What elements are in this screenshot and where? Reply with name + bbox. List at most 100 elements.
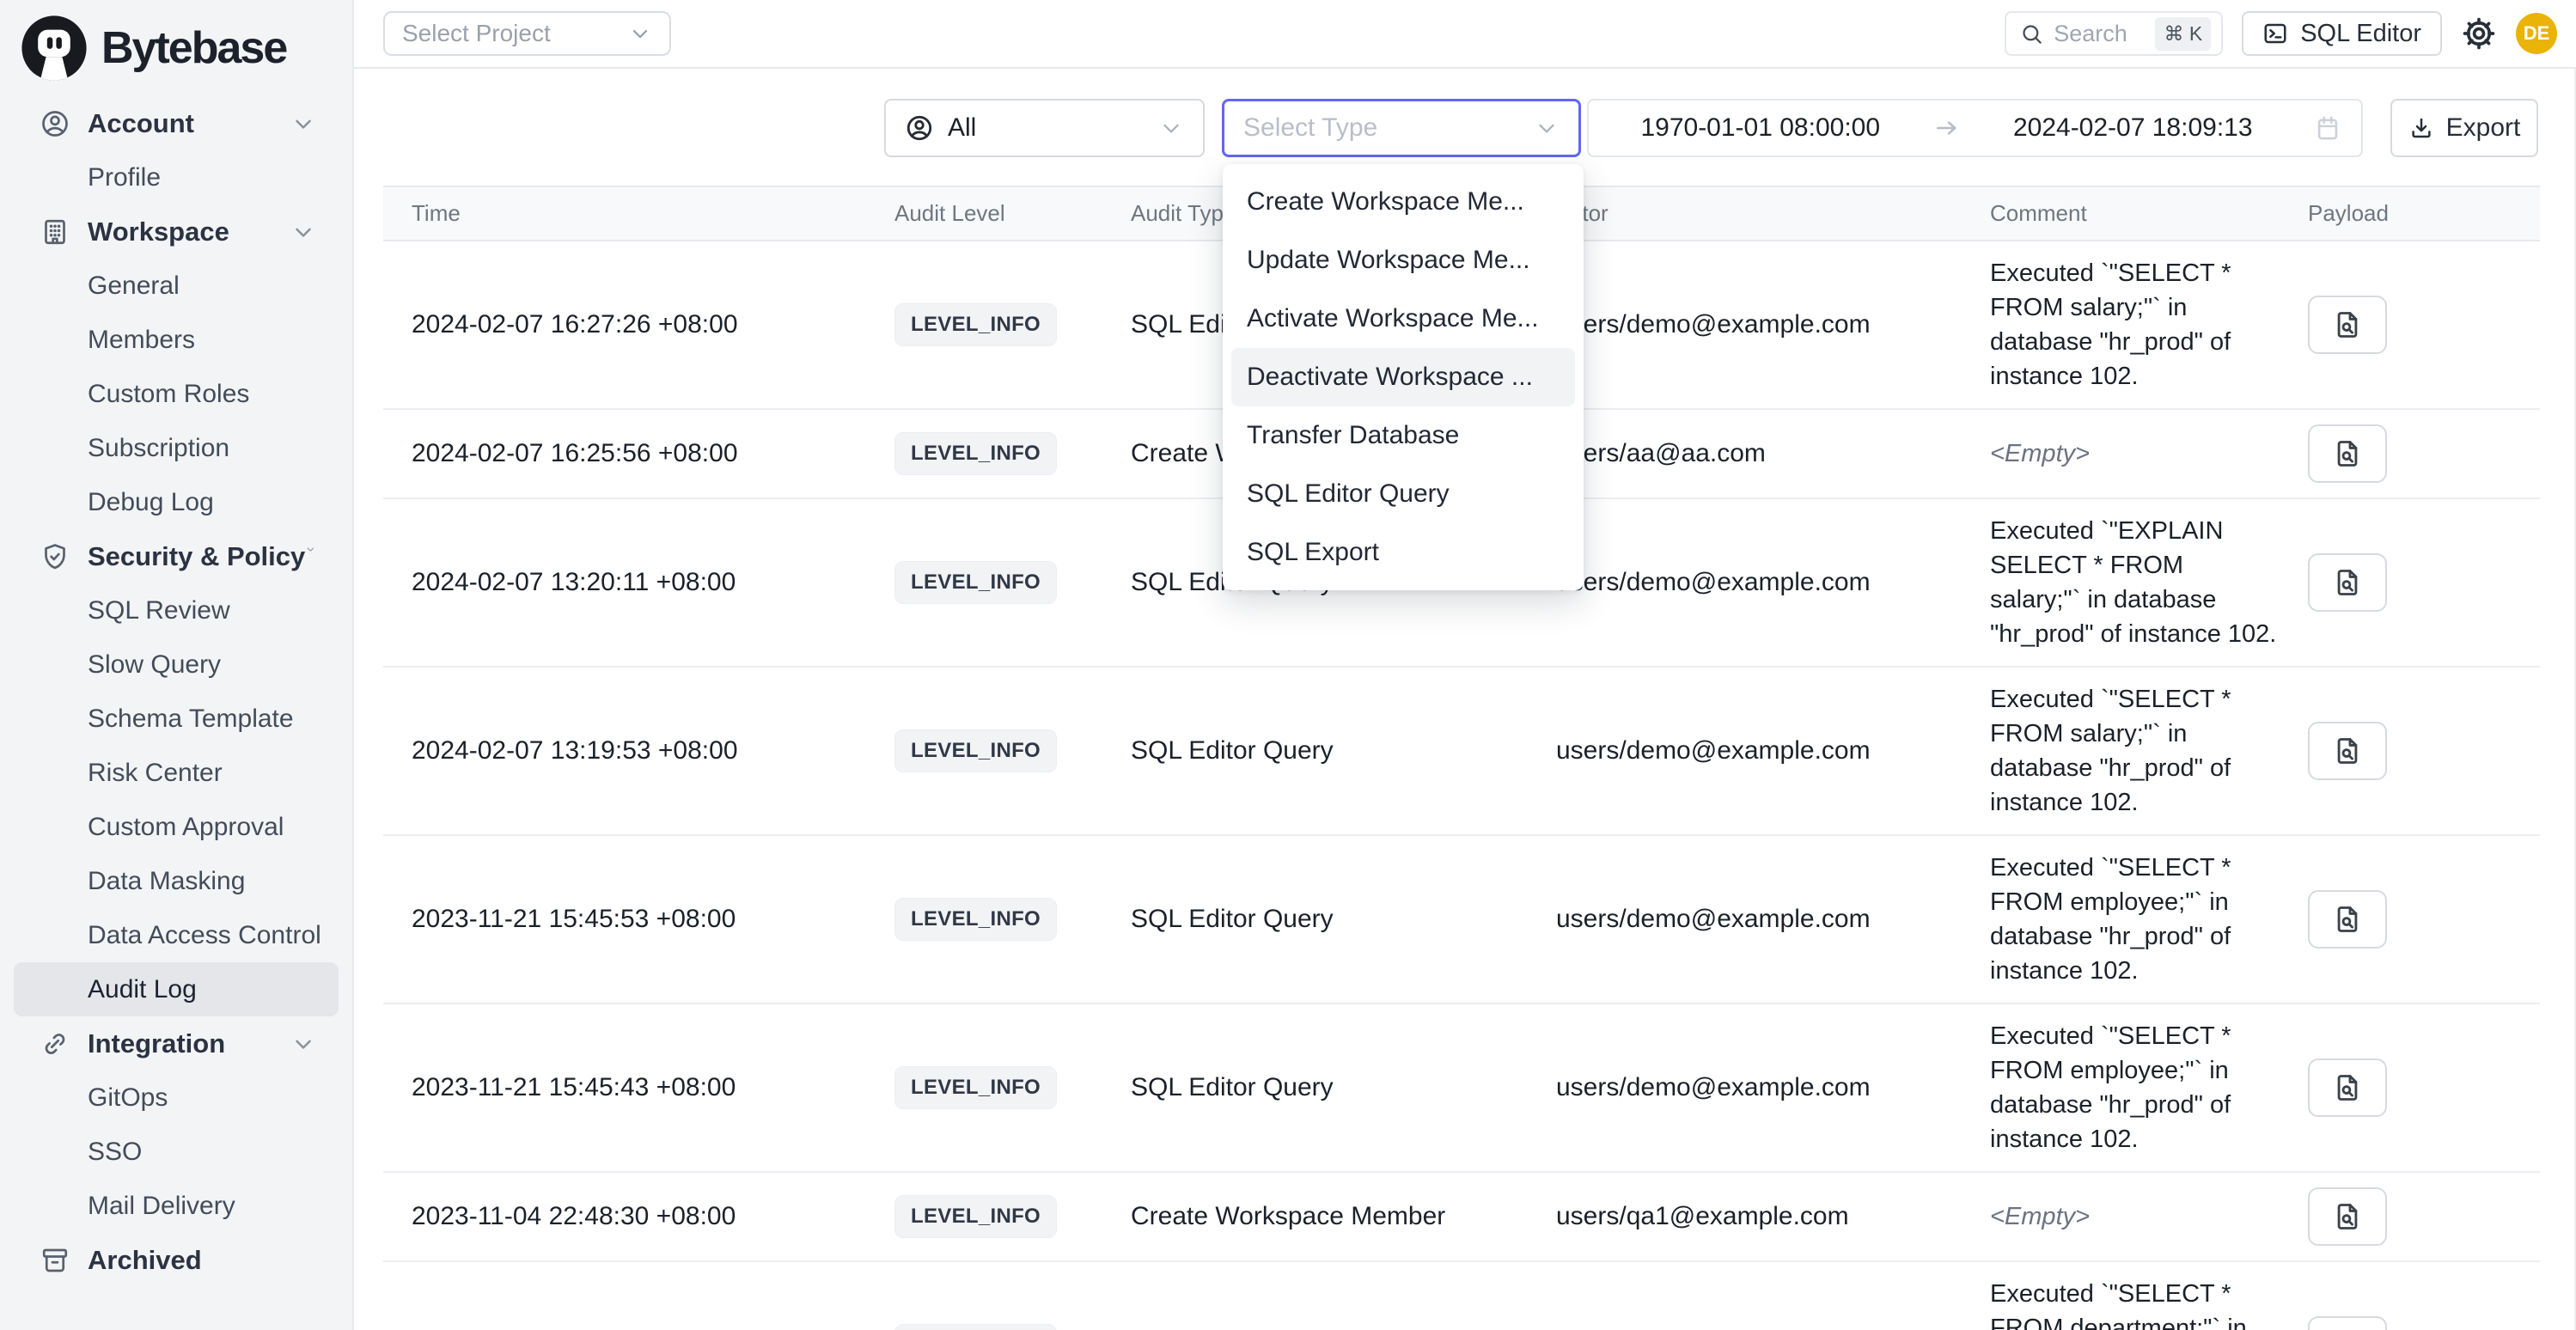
- cell-comment: Executed `"EXPLAIN SELECT * FROM salary;…: [1990, 514, 2308, 651]
- level-badge: LEVEL_INFO: [894, 303, 1057, 346]
- view-payload-button[interactable]: [2308, 722, 2387, 780]
- sidebar-item-label: Profile: [88, 163, 161, 192]
- chevron-down-icon: [290, 219, 316, 245]
- file-search-icon: [2332, 567, 2363, 598]
- sidebar-item[interactable]: Schema Template: [14, 692, 339, 746]
- cell-actor: users/qa1@example.com: [1556, 1202, 1990, 1231]
- column-header-actor: Actor: [1556, 200, 1990, 227]
- sidebar-item-label: Security & Policy: [88, 541, 305, 572]
- sql-editor-label: SQL Editor: [2300, 20, 2421, 48]
- avatar[interactable]: DE: [2516, 13, 2557, 54]
- sidebar-item[interactable]: General: [14, 259, 339, 313]
- sidebar-item-label: Custom Approval: [88, 813, 284, 842]
- sidebar-item-label: SSO: [88, 1138, 142, 1167]
- sidebar-item[interactable]: Slow Query: [14, 638, 339, 692]
- column-header-payload: Payload: [2308, 200, 2540, 227]
- sidebar-item[interactable]: Data Masking: [14, 854, 339, 908]
- sidebar-item-label: Members: [88, 326, 195, 355]
- sidebar-item-label: Archived: [88, 1245, 202, 1276]
- audit-type-menu-item[interactable]: SQL Editor Query: [1223, 465, 1584, 523]
- sidebar-item-label: Debug Log: [88, 488, 214, 517]
- view-payload-button[interactable]: [2308, 1316, 2387, 1330]
- sidebar-item[interactable]: Custom Approval: [14, 800, 339, 854]
- table-row: 2024-02-07 13:19:53 +08:00 LEVEL_INFO SQ…: [383, 668, 2540, 836]
- view-payload-button[interactable]: [2308, 296, 2387, 354]
- audit-type-menu-item[interactable]: SQL Export: [1223, 523, 1584, 582]
- chevron-down-icon: [1534, 115, 1560, 141]
- column-header-time: Time: [383, 200, 894, 227]
- actor-filter-dropdown[interactable]: All: [884, 99, 1205, 157]
- sidebar-item[interactable]: Audit Log: [14, 962, 339, 1016]
- level-badge: LEVEL_INFO: [894, 1324, 1057, 1330]
- view-payload-button[interactable]: [2308, 1059, 2387, 1117]
- sidebar-item[interactable]: Mail Delivery: [14, 1179, 339, 1233]
- audit-log-page: All Select Type 1970-01-01 08:00:00 2024…: [354, 69, 2576, 1330]
- sidebar-item-label: Slow Query: [88, 650, 221, 680]
- cell-time: 2024-02-07 16:25:56 +08:00: [383, 439, 894, 468]
- sidebar-item[interactable]: Risk Center: [14, 746, 339, 800]
- brand-name: Bytebase: [101, 22, 286, 74]
- sidebar-item[interactable]: Data Access Control: [14, 908, 339, 962]
- view-payload-button[interactable]: [2308, 890, 2387, 949]
- sidebar-item-label: Workspace: [88, 217, 229, 247]
- chevron-down-icon: [305, 544, 316, 570]
- sidebar-item[interactable]: Workspace: [14, 204, 339, 259]
- cell-level: LEVEL_INFO: [894, 561, 1131, 604]
- view-payload-button[interactable]: [2308, 553, 2387, 612]
- level-badge: LEVEL_INFO: [894, 1066, 1057, 1109]
- audit-type-menu-item[interactable]: Update Workspace Me...: [1223, 231, 1584, 290]
- cell-comment: Executed `"SELECT * FROM employee;"` in …: [1990, 1019, 2308, 1156]
- cell-level: LEVEL_INFO: [894, 729, 1131, 772]
- select-project-dropdown[interactable]: Select Project: [383, 11, 671, 56]
- sidebar-item[interactable]: Archived: [14, 1233, 339, 1287]
- date-to-value: 2024-02-07 18:09:13: [1962, 113, 2305, 143]
- audit-type-menu-item[interactable]: Create Workspace Me...: [1223, 173, 1584, 231]
- sidebar-item[interactable]: SSO: [14, 1125, 339, 1179]
- chevron-down-icon: [1158, 115, 1184, 141]
- cell-level: LEVEL_INFO: [894, 1195, 1131, 1238]
- cell-payload: [2308, 424, 2540, 483]
- search-input[interactable]: Search ⌘ K: [2005, 11, 2223, 56]
- sidebar: Bytebase Account Profile Wo: [0, 0, 354, 1330]
- sidebar-item[interactable]: Account: [14, 96, 339, 150]
- audit-type-menu-item[interactable]: Transfer Database: [1223, 406, 1584, 465]
- date-range-picker[interactable]: 1970-01-01 08:00:00 2024-02-07 18:09:13: [1587, 99, 2363, 157]
- sidebar-item[interactable]: SQL Review: [14, 583, 339, 638]
- table-row: 2023-11-04 22:48:30 +08:00 LEVEL_INFO Cr…: [383, 1173, 2540, 1262]
- file-search-icon: [2332, 438, 2363, 469]
- gear-icon[interactable]: [2461, 15, 2497, 52]
- sidebar-item-label: General: [88, 271, 180, 301]
- type-filter-dropdown[interactable]: Select Type: [1222, 99, 1581, 157]
- view-payload-button[interactable]: [2308, 1187, 2387, 1246]
- sidebar-item-label: Integration: [88, 1028, 225, 1059]
- user-circle-icon: [40, 108, 70, 139]
- sidebar-item-label: Data Access Control: [88, 921, 321, 950]
- cell-comment: Executed `"SELECT * FROM department;"` i…: [1990, 1277, 2308, 1330]
- file-search-icon: [2332, 735, 2363, 766]
- sidebar-item[interactable]: Security & Policy: [14, 529, 339, 583]
- audit-type-menu-item[interactable]: Deactivate Workspace ...: [1231, 348, 1575, 406]
- sidebar-item[interactable]: Debug Log: [14, 475, 339, 529]
- arrow-right-icon: [1932, 113, 1962, 143]
- audit-type-menu-item[interactable]: Activate Workspace Me...: [1223, 290, 1584, 348]
- export-button[interactable]: Export: [2390, 99, 2538, 157]
- sidebar-item[interactable]: Subscription: [14, 421, 339, 475]
- sql-editor-button[interactable]: SQL Editor: [2242, 11, 2442, 56]
- view-payload-button[interactable]: [2308, 424, 2387, 483]
- sidebar-item-label: Account: [88, 108, 194, 139]
- sidebar-item[interactable]: Members: [14, 313, 339, 367]
- bytebase-logo: [19, 13, 89, 83]
- cell-type: Create Workspace Member: [1131, 1202, 1556, 1231]
- cell-level: LEVEL_INFO: [894, 898, 1131, 941]
- link-icon: [40, 1028, 70, 1059]
- sidebar-item[interactable]: Profile: [14, 150, 339, 204]
- level-badge: LEVEL_INFO: [894, 1195, 1057, 1238]
- cell-payload: [2308, 1316, 2540, 1330]
- sidebar-item[interactable]: GitOps: [14, 1071, 339, 1125]
- cell-level: LEVEL_INFO: [894, 432, 1131, 475]
- search-shortcut-badge: ⌘ K: [2155, 17, 2211, 51]
- sidebar-item[interactable]: Integration: [14, 1016, 339, 1071]
- cell-type: SQL Editor Query: [1131, 736, 1556, 766]
- cell-payload: [2308, 890, 2540, 949]
- sidebar-item[interactable]: Custom Roles: [14, 367, 339, 421]
